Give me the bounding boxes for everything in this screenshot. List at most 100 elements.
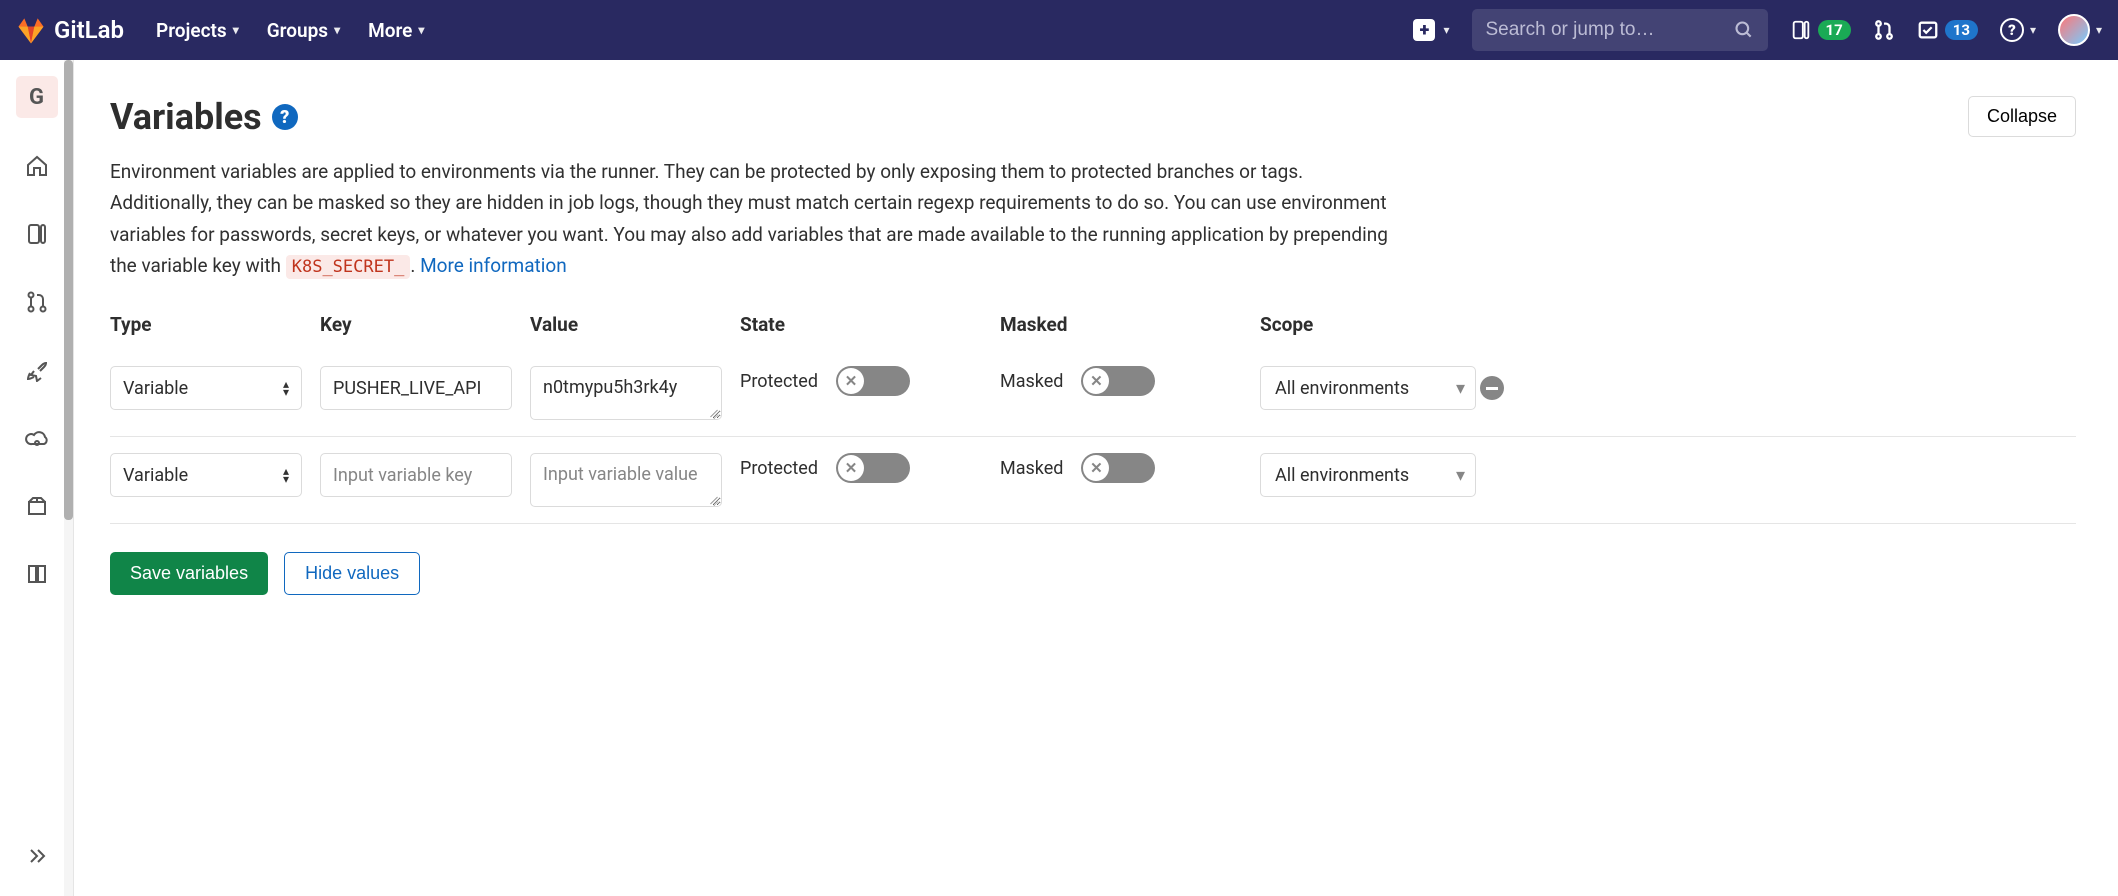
sidebar-packages[interactable]: [17, 486, 57, 526]
chevron-down-icon: ▾: [334, 23, 340, 37]
chevron-down-icon: ▾: [233, 23, 239, 37]
nav-projects[interactable]: Projects ▾: [156, 19, 239, 42]
brand-name: GitLab: [54, 16, 124, 44]
section-description: Environment variables are applied to env…: [110, 156, 1390, 281]
scope-select-value: All environments: [1275, 465, 1409, 486]
sidebar-wiki[interactable]: [17, 554, 57, 594]
section-title-text: Variables: [110, 96, 262, 138]
save-variables-button[interactable]: Save variables: [110, 552, 268, 595]
minus-icon: [1486, 387, 1498, 390]
col-key: Key: [320, 313, 530, 336]
user-menu[interactable]: ▾: [2058, 14, 2102, 46]
state-label: Protected: [740, 371, 818, 392]
merge-requests-link[interactable]: [1873, 19, 1895, 41]
issues-icon: [25, 222, 49, 246]
col-state: State: [740, 313, 1000, 336]
search-box[interactable]: [1472, 9, 1768, 51]
todos-badge: 13: [1945, 20, 1978, 40]
key-input-placeholder: Input variable key: [333, 465, 472, 486]
type-select[interactable]: Variable ▴▾: [110, 366, 302, 410]
variables-table: Type Key Value State Masked Scope Variab…: [110, 313, 2076, 524]
right-nav: + ▾ 17 13 ? ▾ ▾: [1413, 9, 2102, 51]
type-select[interactable]: Variable ▴▾: [110, 453, 302, 497]
masked-label: Masked: [1000, 458, 1063, 479]
sidebar-operations[interactable]: [17, 418, 57, 458]
sidebar-issues[interactable]: [17, 214, 57, 254]
issues-icon: [1790, 19, 1812, 41]
chevron-down-icon: ▾: [1443, 23, 1449, 37]
search-icon: [1734, 20, 1754, 40]
todos-link[interactable]: 13: [1917, 19, 1978, 41]
key-input-value: PUSHER_LIVE_API: [333, 378, 481, 399]
sidebar-merge-requests[interactable]: [17, 282, 57, 322]
key-input[interactable]: PUSHER_LIVE_API: [320, 366, 512, 410]
package-icon: [25, 494, 49, 518]
select-arrows-icon: ▴▾: [283, 467, 289, 484]
col-type: Type: [110, 313, 320, 336]
masked-toggle[interactable]: ✕: [1081, 453, 1155, 483]
merge-request-icon: [1873, 19, 1895, 41]
hide-values-button[interactable]: Hide values: [284, 552, 420, 595]
new-dropdown[interactable]: + ▾: [1413, 19, 1449, 41]
chevron-down-icon: ▾: [418, 23, 424, 37]
plus-icon: +: [1413, 19, 1435, 41]
rocket-icon: [25, 358, 49, 382]
nav-items: Projects ▾ Groups ▾ More▾: [156, 19, 424, 42]
avatar: [2058, 14, 2090, 46]
variable-row: Variable ▴▾ Input variable key Input var…: [110, 437, 2076, 524]
scope-select-value: All environments: [1275, 378, 1409, 399]
value-input-placeholder: Input variable value: [543, 464, 698, 485]
logo-group[interactable]: GitLab: [16, 15, 124, 45]
masked-label: Masked: [1000, 371, 1063, 392]
remove-variable-button[interactable]: [1480, 376, 1504, 400]
issues-badge: 17: [1818, 20, 1851, 40]
toggle-knob: ✕: [1083, 368, 1109, 394]
todos-icon: [1917, 19, 1939, 41]
value-input[interactable]: Input variable value: [530, 453, 722, 507]
resize-grip-icon[interactable]: [707, 492, 719, 504]
search-input[interactable]: [1486, 19, 1716, 41]
chevrons-right-icon: [25, 844, 49, 868]
collapse-button[interactable]: Collapse: [1968, 96, 2076, 137]
home-icon: [25, 154, 49, 178]
section-title: Variables ?: [110, 96, 298, 138]
value-input[interactable]: n0tmypu5h3rk4y: [530, 366, 722, 420]
scrollbar[interactable]: [64, 60, 73, 896]
toggle-knob: ✕: [1083, 455, 1109, 481]
nav-groups[interactable]: Groups ▾: [267, 19, 340, 42]
sidebar-cicd[interactable]: [17, 350, 57, 390]
chevron-down-icon: ▾: [2096, 23, 2102, 37]
issues-link[interactable]: 17: [1790, 19, 1851, 41]
scope-select[interactable]: All environments ▾: [1260, 453, 1476, 497]
protected-toggle[interactable]: ✕: [836, 453, 910, 483]
period: .: [410, 254, 420, 277]
chevron-down-icon: ▾: [1456, 378, 1465, 399]
masked-toggle[interactable]: ✕: [1081, 366, 1155, 396]
scope-select[interactable]: All environments ▾: [1260, 366, 1476, 410]
main-content: Variables ? Collapse Environment variabl…: [74, 60, 2118, 896]
value-input-value: n0tmypu5h3rk4y: [543, 377, 677, 398]
chevron-down-icon: ▾: [2030, 23, 2036, 37]
more-info-link[interactable]: More information: [420, 254, 567, 277]
nav-projects-label: Projects: [156, 19, 227, 42]
project-avatar[interactable]: G: [16, 76, 58, 118]
action-buttons: Save variables Hide values: [110, 552, 2076, 595]
protected-toggle[interactable]: ✕: [836, 366, 910, 396]
help-icon[interactable]: ?: [272, 104, 298, 130]
type-select-value: Variable: [123, 378, 188, 399]
col-scope: Scope: [1260, 313, 1480, 336]
top-nav: GitLab Projects ▾ Groups ▾ More▾ + ▾ 17 13…: [0, 0, 2118, 60]
state-label: Protected: [740, 458, 818, 479]
sidebar-expand[interactable]: [17, 836, 57, 876]
nav-groups-label: Groups: [267, 19, 328, 42]
left-sidebar: G: [0, 60, 74, 896]
nav-more[interactable]: More▾: [368, 19, 424, 42]
help-dropdown[interactable]: ? ▾: [2000, 18, 2036, 42]
gitlab-logo-icon: [16, 15, 46, 45]
sidebar-home[interactable]: [17, 146, 57, 186]
key-input[interactable]: Input variable key: [320, 453, 512, 497]
toggle-knob: ✕: [838, 455, 864, 481]
resize-grip-icon[interactable]: [707, 405, 719, 417]
merge-request-icon: [25, 290, 49, 314]
type-select-value: Variable: [123, 465, 188, 486]
